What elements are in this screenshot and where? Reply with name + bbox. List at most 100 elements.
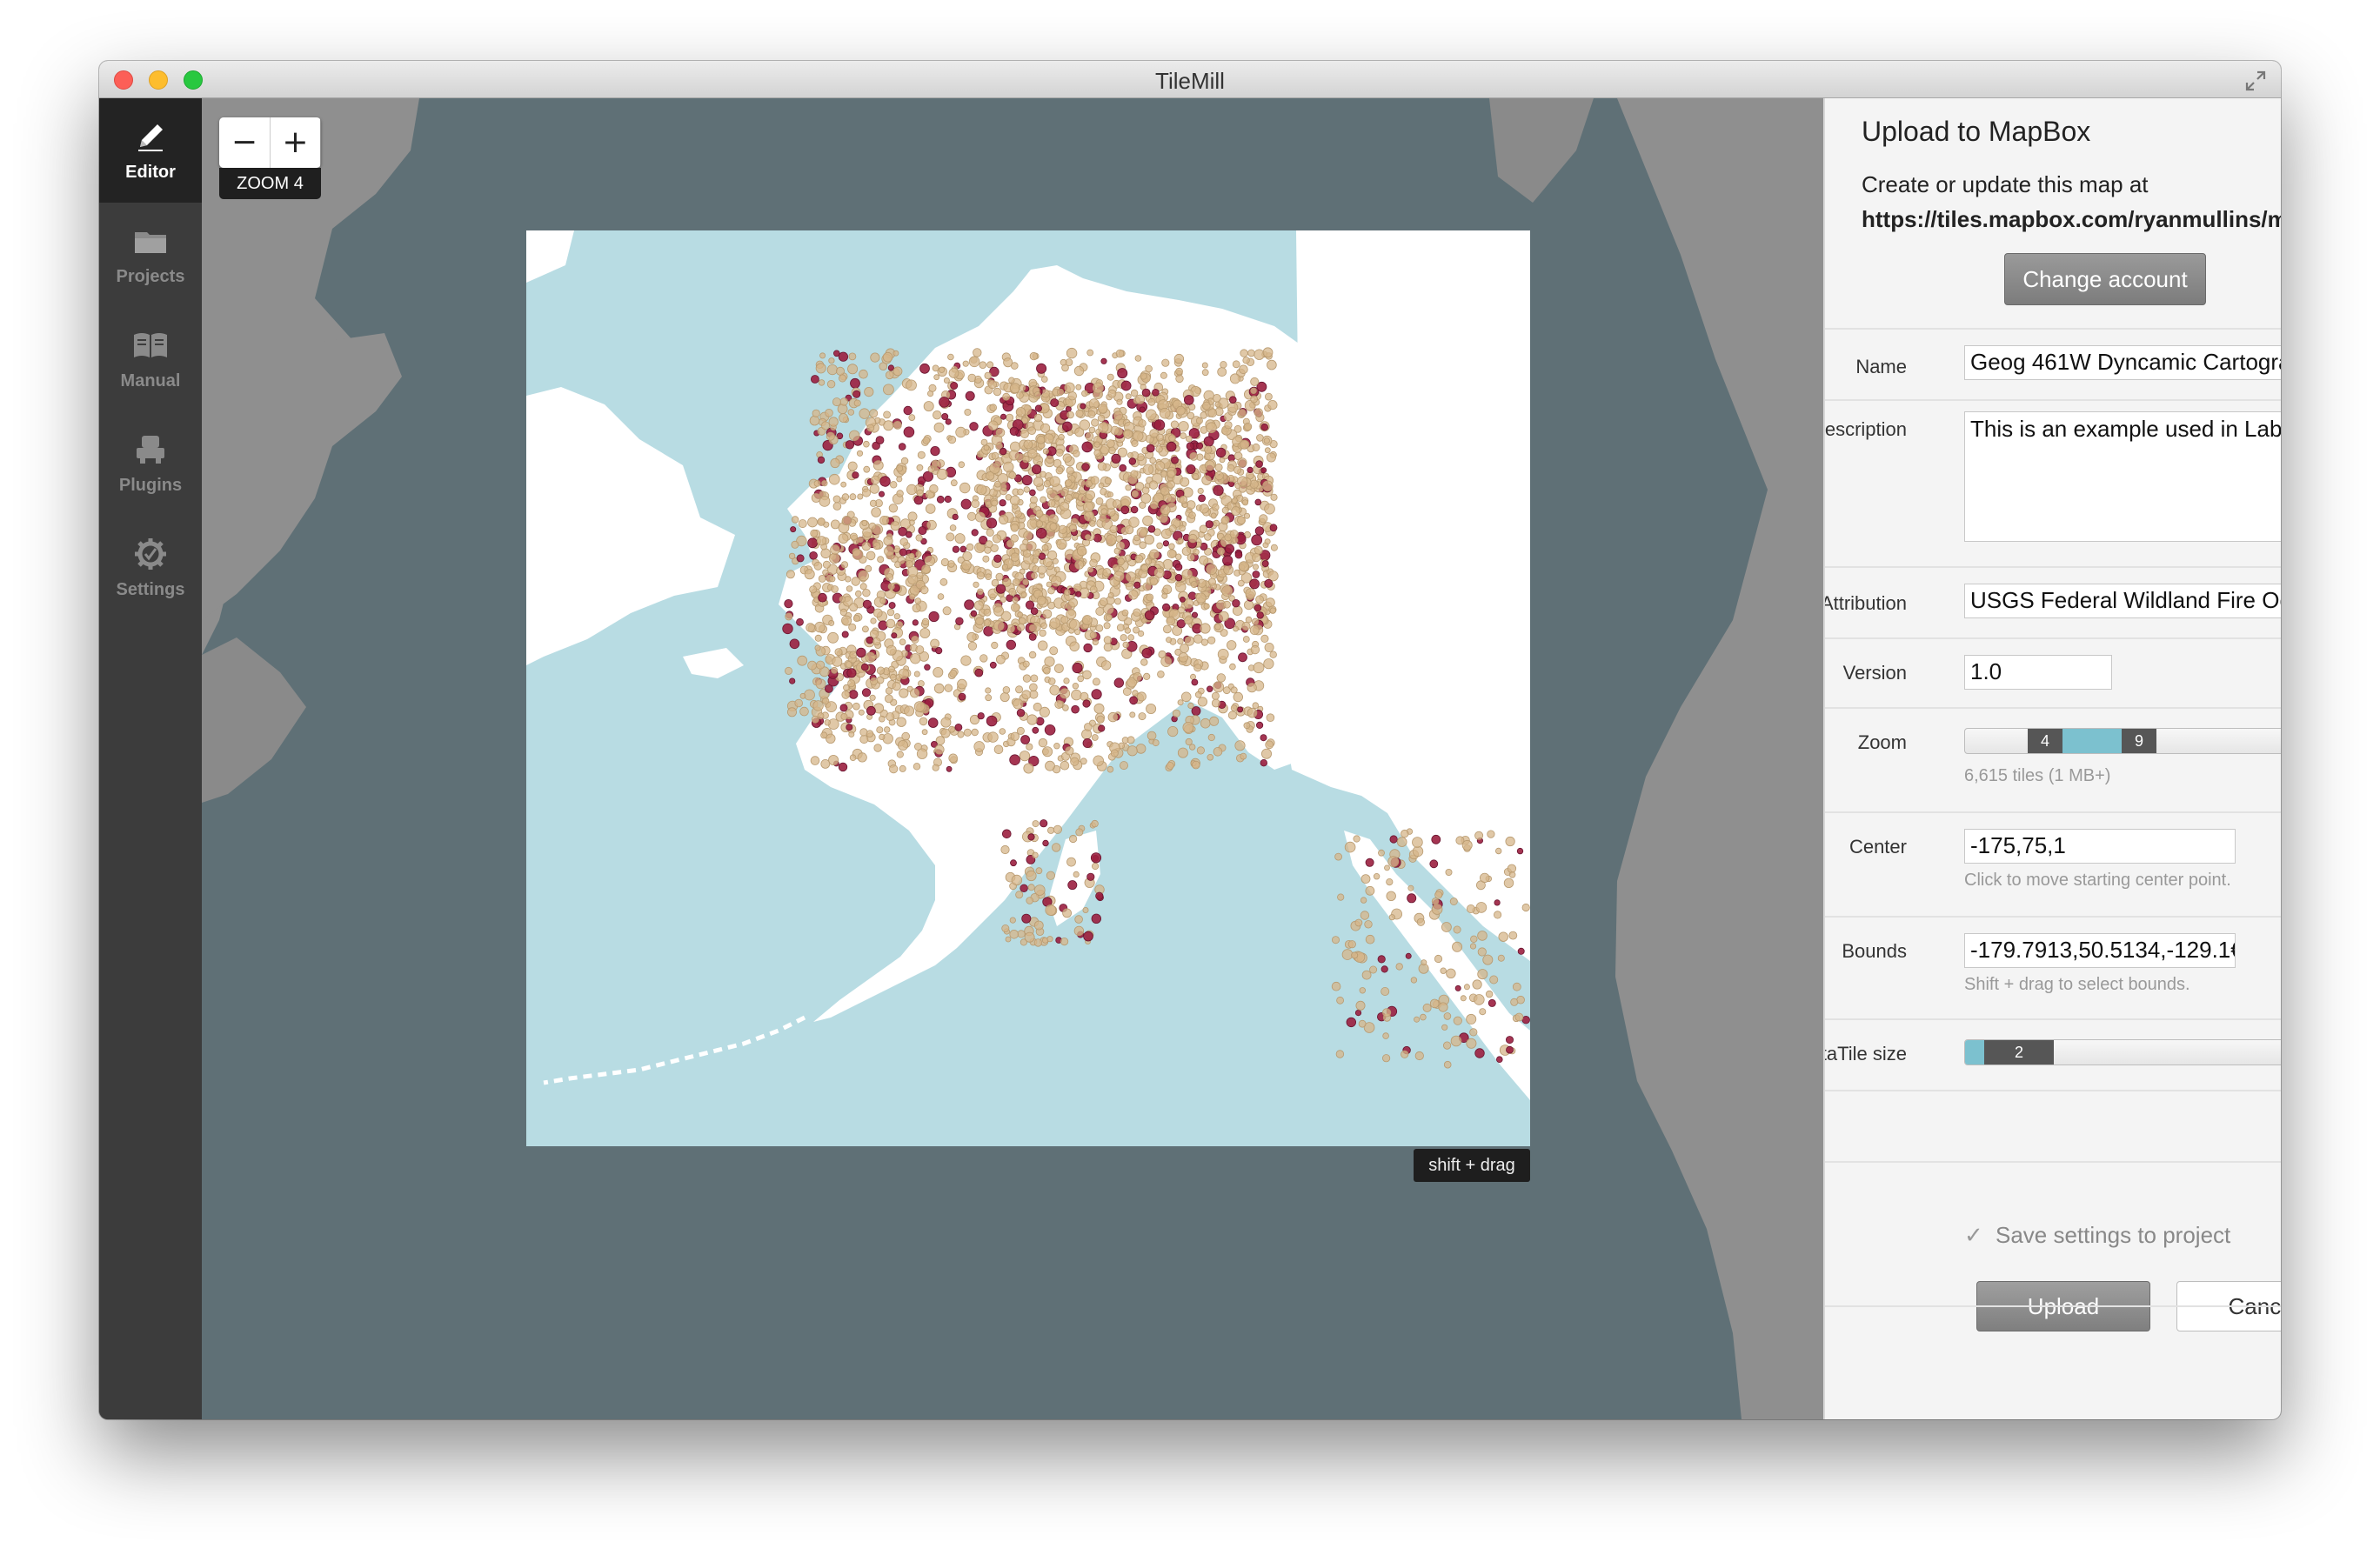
zoom-min-handle[interactable]: 4 (2028, 729, 2062, 753)
fire-point (889, 764, 899, 774)
fire-point (1116, 398, 1123, 405)
fire-point (1033, 920, 1044, 931)
fire-point (1086, 872, 1095, 881)
fire-point (816, 536, 827, 546)
fire-point (1247, 707, 1258, 718)
fire-point (913, 671, 920, 677)
fire-point (1193, 664, 1202, 672)
sidebar-item-plugins[interactable]: Plugins (99, 411, 202, 516)
fire-point (1206, 564, 1218, 576)
fire-point (889, 673, 897, 681)
fire-point (1130, 505, 1139, 514)
name-input[interactable]: Geog 461W Dyncamic Cartographic R (1964, 345, 2281, 380)
fire-point (1223, 564, 1233, 576)
fire-point (899, 688, 909, 698)
fire-point (1028, 632, 1037, 641)
bounds-input[interactable]: -179.7913,50.5134,-129.1€ (1964, 933, 2236, 968)
save-settings-checkbox[interactable]: ✓ (1964, 1223, 1985, 1249)
fire-point (1021, 913, 1032, 924)
fire-point (1075, 409, 1084, 418)
fire-point (1082, 699, 1091, 708)
fire-point (1061, 364, 1069, 372)
export-preview-map[interactable] (526, 230, 1530, 1146)
fire-point (1180, 432, 1187, 439)
fire-point (988, 420, 999, 430)
fire-point (1142, 515, 1153, 526)
fire-point (876, 676, 885, 684)
fire-point (1227, 475, 1235, 483)
fire-point (1232, 537, 1239, 544)
zoom-range-slider[interactable]: 4 9 (1964, 728, 2281, 754)
fire-point (1365, 858, 1374, 867)
fire-point (906, 565, 919, 577)
zoom-max-handle[interactable]: 9 (2122, 729, 2156, 753)
fire-point (820, 759, 831, 769)
fire-point (1180, 477, 1190, 487)
fire-point (916, 489, 924, 497)
attribution-input[interactable]: USGS Federal Wildland Fire Occurrer (1964, 584, 2281, 618)
fire-point (1143, 672, 1151, 681)
version-input[interactable]: 1.0 (1964, 655, 2112, 690)
fire-point (906, 379, 917, 391)
fire-point (884, 694, 893, 704)
fire-point (1237, 516, 1247, 525)
fire-point (1253, 564, 1260, 571)
fire-point (1020, 735, 1030, 744)
zoom-in-button[interactable]: + (270, 117, 320, 168)
fire-point (1200, 623, 1211, 634)
fire-point (1207, 408, 1217, 418)
fire-point (1231, 506, 1241, 516)
fire-point (878, 715, 886, 723)
divider (1825, 1305, 2281, 1307)
fire-point (1123, 429, 1133, 439)
fire-point (1347, 940, 1356, 949)
sidebar-item-editor[interactable]: Editor (99, 98, 202, 203)
change-account-button[interactable]: Change account (2004, 253, 2206, 305)
fire-point (1443, 1012, 1452, 1020)
fire-point (999, 728, 1006, 735)
fire-point (1010, 731, 1020, 742)
fire-point (936, 495, 945, 504)
fire-point (1052, 557, 1059, 564)
fire-point (859, 408, 870, 419)
fire-point (1422, 1003, 1432, 1012)
fire-point (1023, 763, 1034, 774)
fire-point (896, 751, 904, 758)
fire-point (1022, 578, 1029, 585)
fire-point (1414, 1051, 1424, 1061)
save-settings-row[interactable]: ✓ Save settings to project (1964, 1222, 2230, 1249)
fire-point (859, 735, 869, 744)
fire-point (1335, 1050, 1345, 1058)
fire-point (938, 366, 946, 373)
zoom-out-button[interactable]: − (219, 117, 270, 168)
fire-point (908, 552, 915, 560)
description-textarea[interactable]: This is an example used in Lab 2... (1964, 411, 2281, 542)
fire-point (856, 647, 866, 658)
fire-point (870, 677, 879, 685)
fire-point (1011, 603, 1020, 612)
map-view[interactable]: − + ZOOM 4 shift + drag (202, 98, 1823, 1419)
fire-point (1100, 660, 1112, 671)
sidebar-item-settings[interactable]: Settings (99, 516, 202, 620)
fire-point (1332, 936, 1340, 944)
metatile-handle[interactable]: 2 (1984, 1040, 2054, 1064)
fire-point (992, 534, 1002, 544)
fire-point (1073, 450, 1080, 457)
fullscreen-icon[interactable] (2244, 70, 2267, 92)
sidebar-item-manual[interactable]: Manual (99, 307, 202, 411)
fire-point (985, 540, 993, 549)
fire-point (876, 666, 886, 675)
center-input[interactable]: -175,75,1 (1964, 829, 2236, 864)
fire-point (993, 480, 1001, 488)
fire-point (852, 614, 860, 622)
fire-point (1038, 737, 1048, 748)
metatile-slider[interactable]: 2 (1964, 1039, 2281, 1065)
fire-point (784, 598, 793, 609)
sidebar-item-projects[interactable]: Projects (99, 203, 202, 307)
fire-point (1085, 490, 1096, 500)
fire-point (995, 584, 1006, 594)
fire-point (1466, 904, 1475, 914)
fire-point (1369, 965, 1378, 974)
fire-point (952, 545, 959, 553)
fire-point (1149, 500, 1159, 510)
